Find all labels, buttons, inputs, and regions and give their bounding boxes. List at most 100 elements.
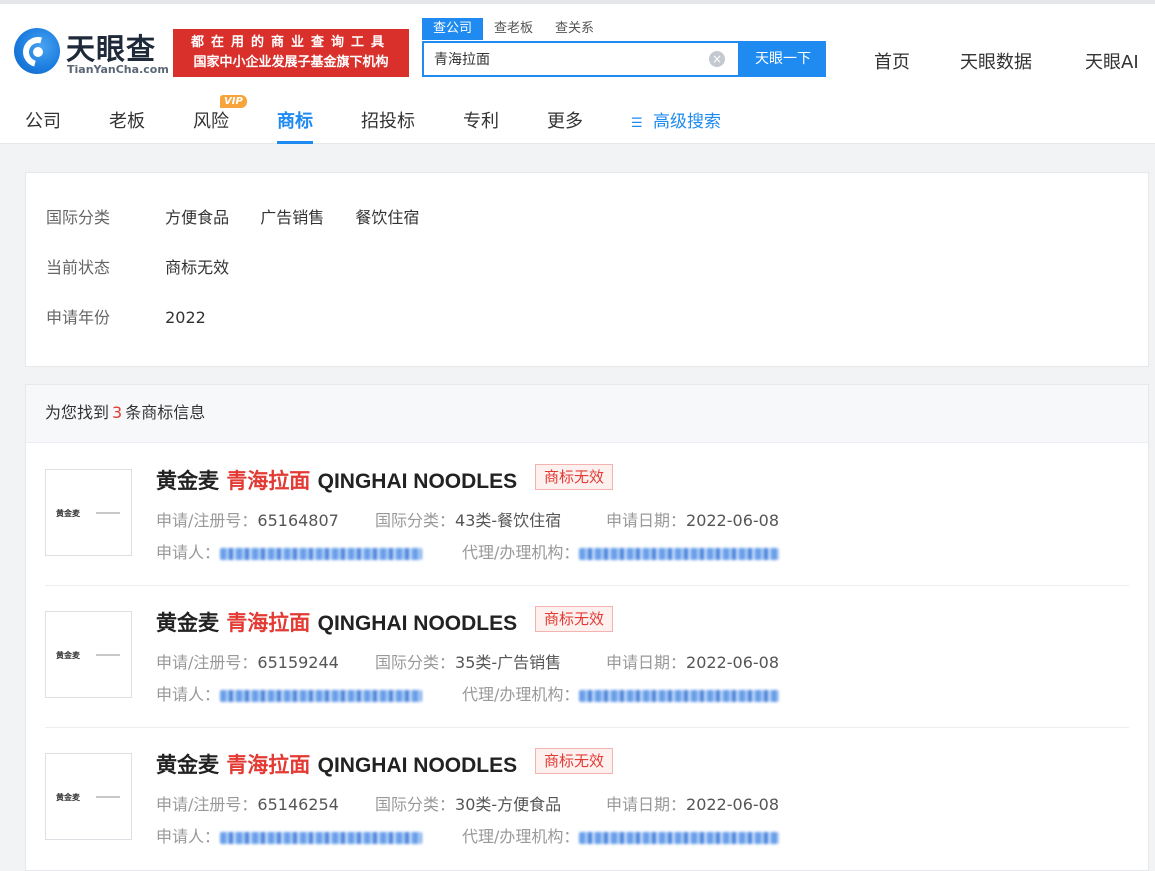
title-prefix: 黄金麦 xyxy=(156,753,219,777)
agency-link[interactable] xyxy=(579,831,780,844)
filter-panel: 国际分类 方便食品 广告销售 餐饮住宿 当前状态 商标无效 申请年份 2022 xyxy=(25,172,1149,367)
applicant-link[interactable] xyxy=(220,547,423,560)
apply-date-value: 2022-06-08 xyxy=(686,795,779,814)
vip-badge: VIP xyxy=(220,95,247,108)
applicant: 申请人： xyxy=(156,823,423,847)
agency-label: 代理/办理机构： xyxy=(462,685,580,704)
intl-class-label: 国际分类： xyxy=(375,511,456,530)
reg-no-label: 申请/注册号： xyxy=(156,795,258,814)
filter-label: 申请年份 xyxy=(46,308,111,327)
intl-class: 国际分类：43类-餐饮住宿 xyxy=(375,507,561,531)
tab-more[interactable]: 更多 xyxy=(547,107,583,133)
trademark-title[interactable]: 黄金麦 青海拉面 QINGHAI NOODLES xyxy=(156,607,517,637)
trademark-title[interactable]: 黄金麦 青海拉面 QINGHAI NOODLES xyxy=(156,465,517,495)
filter-option[interactable]: 方便食品 xyxy=(165,204,229,228)
apply-date-label: 申请日期： xyxy=(606,511,687,530)
logo-domain: TianYanCha.com xyxy=(67,63,169,76)
intl-class: 国际分类：35类-广告销售 xyxy=(375,649,561,673)
results-summary-prefix: 为您找到 xyxy=(45,403,110,422)
apply-date: 申请日期：2022-06-08 xyxy=(606,649,779,673)
intl-class-value: 43类-餐饮住宿 xyxy=(455,511,562,530)
nav-tianyan-data[interactable]: 天眼数据 xyxy=(960,48,1032,74)
applicant-link[interactable] xyxy=(220,831,423,844)
results-count: 3 xyxy=(112,403,123,422)
reg-no-label: 申请/注册号： xyxy=(156,653,258,672)
status-badge: 商标无效 xyxy=(535,748,614,774)
search-button[interactable]: 天眼一下 xyxy=(740,41,826,77)
intl-class-value: 30类-方便食品 xyxy=(455,795,562,814)
apply-date-label: 申请日期： xyxy=(606,795,687,814)
filter-label: 国际分类 xyxy=(46,208,111,227)
category-tabbar: 公司 老板 风险 VIP 商标 招投标 专利 更多 ☰ 高级搜索 xyxy=(0,95,1155,144)
results-panel: 为您找到 3 条商标信息 黄金麦 黄金麦 青海拉面 QINGHAI NOODLES … xyxy=(25,384,1149,871)
agency-link[interactable] xyxy=(579,547,780,560)
tab-bidding[interactable]: 招投标 xyxy=(361,107,415,133)
nav-home[interactable]: 首页 xyxy=(874,48,910,74)
apply-date-value: 2022-06-08 xyxy=(686,653,779,672)
advanced-search-label: 高级搜索 xyxy=(653,112,721,132)
results-summary: 为您找到 3 条商标信息 xyxy=(26,385,1148,443)
apply-date: 申请日期：2022-06-08 xyxy=(606,791,779,815)
title-english: QINGHAI NOODLES xyxy=(317,754,518,777)
trademark-item: 黄金麦 黄金麦 青海拉面 QINGHAI NOODLES 商标无效 申请/注册号… xyxy=(45,585,1129,727)
logo-text: 天眼查 xyxy=(66,32,157,66)
intl-class-value: 35类-广告销售 xyxy=(455,653,562,672)
thumbnail-mark-text: 黄金麦 xyxy=(56,651,80,660)
applicant-label: 申请人： xyxy=(156,685,221,704)
search-input[interactable] xyxy=(424,43,704,75)
tab-patent[interactable]: 专利 xyxy=(463,107,499,133)
title-prefix: 黄金麦 xyxy=(156,469,219,493)
reg-no: 申请/注册号：65159244 xyxy=(156,649,339,673)
tab-boss[interactable]: 老板 xyxy=(109,107,145,133)
search-tab-relation[interactable]: 查关系 xyxy=(544,18,605,40)
trademark-thumbnail[interactable]: 黄金麦 xyxy=(45,611,132,698)
filter-option[interactable]: 商标无效 xyxy=(165,254,229,278)
clear-icon[interactable]: × xyxy=(709,51,725,67)
nav-tianyan-ai[interactable]: 天眼AI xyxy=(1085,48,1139,74)
title-english: QINGHAI NOODLES xyxy=(317,470,518,493)
intl-class-label: 国际分类： xyxy=(375,795,456,814)
filter-row-year: 申请年份 2022 xyxy=(46,304,232,328)
trademark-title[interactable]: 黄金麦 青海拉面 QINGHAI NOODLES xyxy=(156,749,517,779)
intl-class-label: 国际分类： xyxy=(375,653,456,672)
search-tab-company[interactable]: 查公司 xyxy=(422,18,484,40)
applicant-link[interactable] xyxy=(220,689,423,702)
trademark-thumbnail[interactable]: 黄金麦 xyxy=(45,469,132,556)
agency-link[interactable] xyxy=(579,689,780,702)
applicant-label: 申请人： xyxy=(156,827,221,846)
agency: 代理/办理机构： xyxy=(462,823,780,847)
applicant-label: 申请人： xyxy=(156,543,221,562)
title-english: QINGHAI NOODLES xyxy=(317,612,518,635)
title-highlight: 青海拉面 xyxy=(226,469,311,493)
agency: 代理/办理机构： xyxy=(462,539,780,563)
agency-label: 代理/办理机构： xyxy=(462,827,580,846)
tab-risk[interactable]: 风险 xyxy=(193,107,229,133)
trademark-thumbnail[interactable]: 黄金麦 xyxy=(45,753,132,840)
intl-class: 国际分类：30类-方便食品 xyxy=(375,791,561,815)
thumbnail-mark-text: 黄金麦 xyxy=(56,793,80,802)
tab-trademark[interactable]: 商标 xyxy=(277,107,313,144)
advanced-search-link[interactable]: ☰ 高级搜索 xyxy=(631,107,721,132)
status-badge: 商标无效 xyxy=(535,606,614,632)
filter-search-icon: ☰ xyxy=(631,116,643,131)
search-box: × xyxy=(422,41,740,77)
filter-row-status: 当前状态 商标无效 xyxy=(46,254,255,278)
search-tab-boss[interactable]: 查老板 xyxy=(483,18,544,40)
reg-no-label: 申请/注册号： xyxy=(156,511,258,530)
applicant: 申请人： xyxy=(156,539,423,563)
trademark-item: 黄金麦 黄金麦 青海拉面 QINGHAI NOODLES 商标无效 申请/注册号… xyxy=(45,727,1129,869)
title-highlight: 青海拉面 xyxy=(226,611,311,635)
site-header: 天眼查 TianYanCha.com 都在用的商业查询工具 国家中小企业发展子基… xyxy=(0,0,1155,96)
reg-no-value: 65159244 xyxy=(257,653,339,672)
reg-no: 申请/注册号：65146254 xyxy=(156,791,339,815)
agency-label: 代理/办理机构： xyxy=(462,543,580,562)
apply-date: 申请日期：2022-06-08 xyxy=(606,507,779,531)
applicant: 申请人： xyxy=(156,681,423,705)
filter-option[interactable]: 2022 xyxy=(165,308,206,327)
site-logo[interactable]: 天眼查 TianYanCha.com xyxy=(14,26,169,82)
filter-label: 当前状态 xyxy=(46,258,111,277)
tab-company[interactable]: 公司 xyxy=(25,107,61,133)
filter-option[interactable]: 广告销售 xyxy=(260,204,324,228)
reg-no: 申请/注册号：65164807 xyxy=(156,507,339,531)
filter-option[interactable]: 餐饮住宿 xyxy=(355,204,419,228)
